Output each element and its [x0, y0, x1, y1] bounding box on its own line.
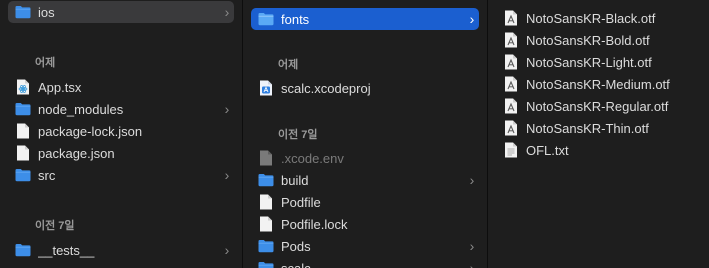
list-item-scalc[interactable]: scalc › — [251, 257, 479, 268]
document-icon — [258, 216, 274, 232]
list-item-xcode-env[interactable]: .xcode.env — [251, 147, 479, 169]
item-label: fonts — [281, 11, 310, 27]
list-item-app-tsx[interactable]: App.tsx — [8, 76, 234, 98]
item-label: OFL.txt — [526, 142, 569, 158]
item-label: ios — [38, 4, 55, 20]
section-header-yesterday: 어제 — [278, 59, 299, 71]
section-header-previous-7-days: 이전 7일 — [278, 129, 318, 141]
list-item-font-bold[interactable]: NotoSansKR-Bold.otf — [496, 29, 701, 51]
xcodeproj-icon — [258, 80, 274, 96]
list-item-font-thin[interactable]: NotoSansKR-Thin.otf — [496, 117, 701, 139]
folder-icon — [15, 167, 31, 183]
list-item-package-lock-json[interactable]: package-lock.json — [8, 120, 234, 142]
chevron-right-icon: › — [469, 172, 475, 188]
list-item-node-modules[interactable]: node_modules › — [8, 98, 234, 120]
item-label: src — [38, 167, 56, 183]
chevron-right-icon: › — [469, 238, 475, 254]
font-file-icon — [503, 10, 519, 26]
list-item-fonts[interactable]: fonts › — [251, 8, 479, 30]
font-file-icon — [503, 32, 519, 48]
folder-icon — [258, 260, 274, 268]
item-label: scalc.xcodeproj — [281, 80, 371, 96]
folder-icon — [258, 238, 274, 254]
chevron-right-icon: › — [469, 11, 475, 27]
chevron-right-icon: › — [224, 242, 230, 258]
list-item-font-regular[interactable]: NotoSansKR-Regular.otf — [496, 95, 701, 117]
section-header-previous-7-days: 이전 7일 — [35, 220, 75, 232]
list-item-font-black[interactable]: NotoSansKR-Black.otf — [496, 7, 701, 29]
column-1[interactable]: ios › 어제 App.tsx node_modules › package-… — [0, 0, 243, 268]
list-item-scalc-xcodeproj[interactable]: scalc.xcodeproj — [251, 77, 479, 99]
item-label: App.tsx — [38, 79, 82, 95]
chevron-right-icon: › — [469, 260, 475, 268]
item-label: NotoSansKR-Light.otf — [526, 54, 652, 70]
item-label: NotoSansKR-Black.otf — [526, 10, 656, 26]
item-label: Pods — [281, 238, 311, 254]
folder-icon — [15, 101, 31, 117]
font-file-icon — [503, 120, 519, 136]
list-item-font-light[interactable]: NotoSansKR-Light.otf — [496, 51, 701, 73]
list-item-podfile-lock[interactable]: Podfile.lock — [251, 213, 479, 235]
tsx-file-icon — [15, 79, 31, 95]
item-label: NotoSansKR-Regular.otf — [526, 98, 669, 114]
item-label: NotoSansKR-Thin.otf — [526, 120, 649, 136]
item-label: Podfile — [281, 194, 321, 210]
item-label: .xcode.env — [281, 150, 344, 166]
document-icon — [258, 150, 274, 166]
list-item-ios[interactable]: ios › — [8, 1, 234, 23]
list-item-podfile[interactable]: Podfile — [251, 191, 479, 213]
item-label: node_modules — [38, 101, 124, 117]
list-item-pods[interactable]: Pods › — [251, 235, 479, 257]
folder-icon — [15, 4, 31, 20]
item-label: build — [281, 172, 309, 188]
finder-column-browser: ios › 어제 App.tsx node_modules › package-… — [0, 0, 709, 268]
folder-icon — [258, 172, 274, 188]
list-item-font-medium[interactable]: NotoSansKR-Medium.otf — [496, 73, 701, 95]
folder-icon — [258, 11, 274, 27]
font-file-icon — [503, 76, 519, 92]
font-file-icon — [503, 98, 519, 114]
chevron-right-icon: › — [224, 167, 230, 183]
column-2[interactable]: fonts › 어제 scalc.xcodeproj 이전 7일 .xcode.… — [243, 0, 488, 268]
item-label: scalc — [281, 260, 311, 268]
item-label: Podfile.lock — [281, 216, 348, 232]
item-label: __tests__ — [38, 242, 95, 258]
folder-icon — [15, 242, 31, 258]
item-label: package-lock.json — [38, 123, 143, 139]
column-3[interactable]: NotoSansKR-Black.otf NotoSansKR-Bold.otf… — [488, 0, 709, 268]
list-item-package-json[interactable]: package.json — [8, 142, 234, 164]
section-header-yesterday: 어제 — [35, 57, 56, 69]
item-label: package.json — [38, 145, 115, 161]
font-file-icon — [503, 54, 519, 70]
document-icon — [258, 194, 274, 210]
document-icon — [15, 145, 31, 161]
list-item-ofl-txt[interactable]: OFL.txt — [496, 139, 701, 161]
chevron-right-icon: › — [224, 101, 230, 117]
item-label: NotoSansKR-Bold.otf — [526, 32, 650, 48]
chevron-right-icon: › — [224, 4, 230, 20]
list-item-build[interactable]: build › — [251, 169, 479, 191]
item-label: NotoSansKR-Medium.otf — [526, 76, 670, 92]
list-item-src[interactable]: src › — [8, 164, 234, 186]
document-icon — [503, 142, 519, 158]
document-icon — [15, 123, 31, 139]
list-item-tests[interactable]: __tests__ › — [8, 239, 234, 261]
